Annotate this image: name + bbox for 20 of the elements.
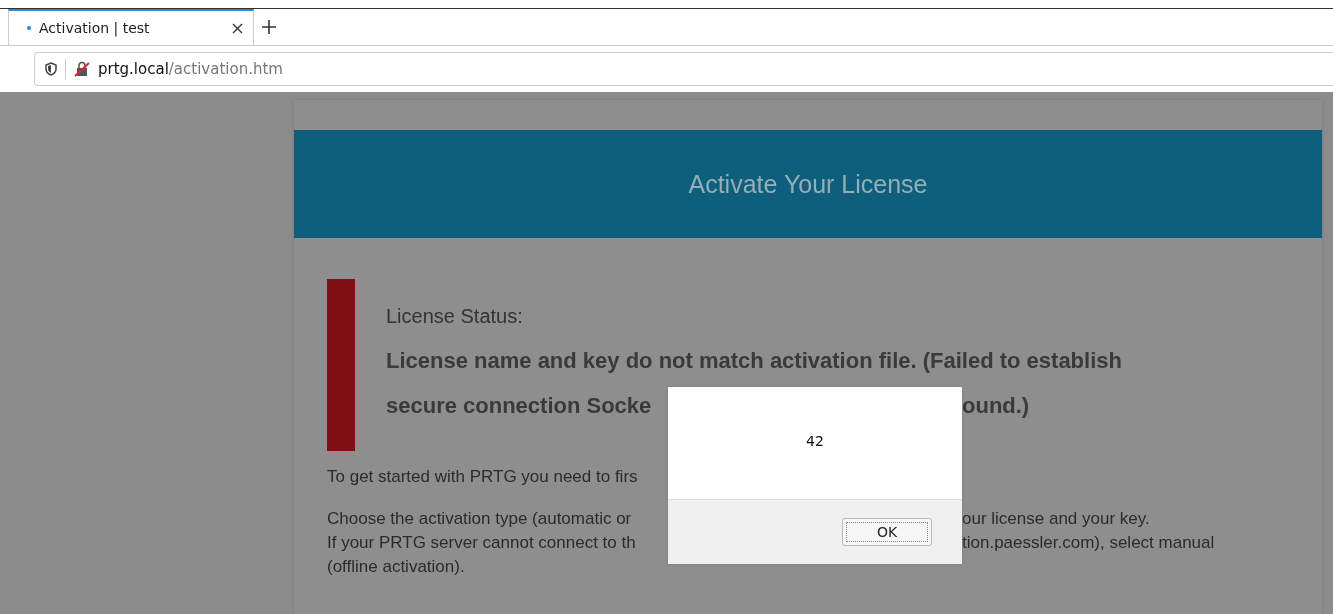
browser-tab[interactable]: Activation | test xyxy=(8,9,254,45)
address-bar[interactable]: prtg.local/activation.htm xyxy=(34,52,1333,86)
page-title: Activate Your License xyxy=(688,169,928,199)
url-text: prtg.local/activation.htm xyxy=(98,60,283,78)
dialog-message: 42 xyxy=(806,433,824,451)
text-fragment: License name and key do not match activation file. (Failed to establish xyxy=(386,347,1122,375)
shield-icon[interactable] xyxy=(45,62,57,76)
text-fragment: (offline activation). xyxy=(327,556,466,578)
ok-button[interactable]: OK xyxy=(842,518,932,546)
text-fragment: secure connection Socke xyxy=(386,392,653,420)
text-fragment: ound.) xyxy=(962,392,1031,420)
text-fragment: our license and your key. xyxy=(962,508,1151,530)
text-fragment: Choose the activation type (automatic or xyxy=(327,508,633,530)
status-label: License Status: xyxy=(386,305,524,328)
text-fragment: If your PRTG server cannot connect to th xyxy=(327,532,637,554)
insecure-lock-icon[interactable] xyxy=(74,61,90,77)
text-fragment: tion.paessler.com), select manual xyxy=(962,532,1216,554)
close-icon[interactable] xyxy=(232,22,243,34)
text-fragment: To get started with PRTG you need to firs xyxy=(327,466,639,488)
plus-icon[interactable] xyxy=(261,19,277,35)
